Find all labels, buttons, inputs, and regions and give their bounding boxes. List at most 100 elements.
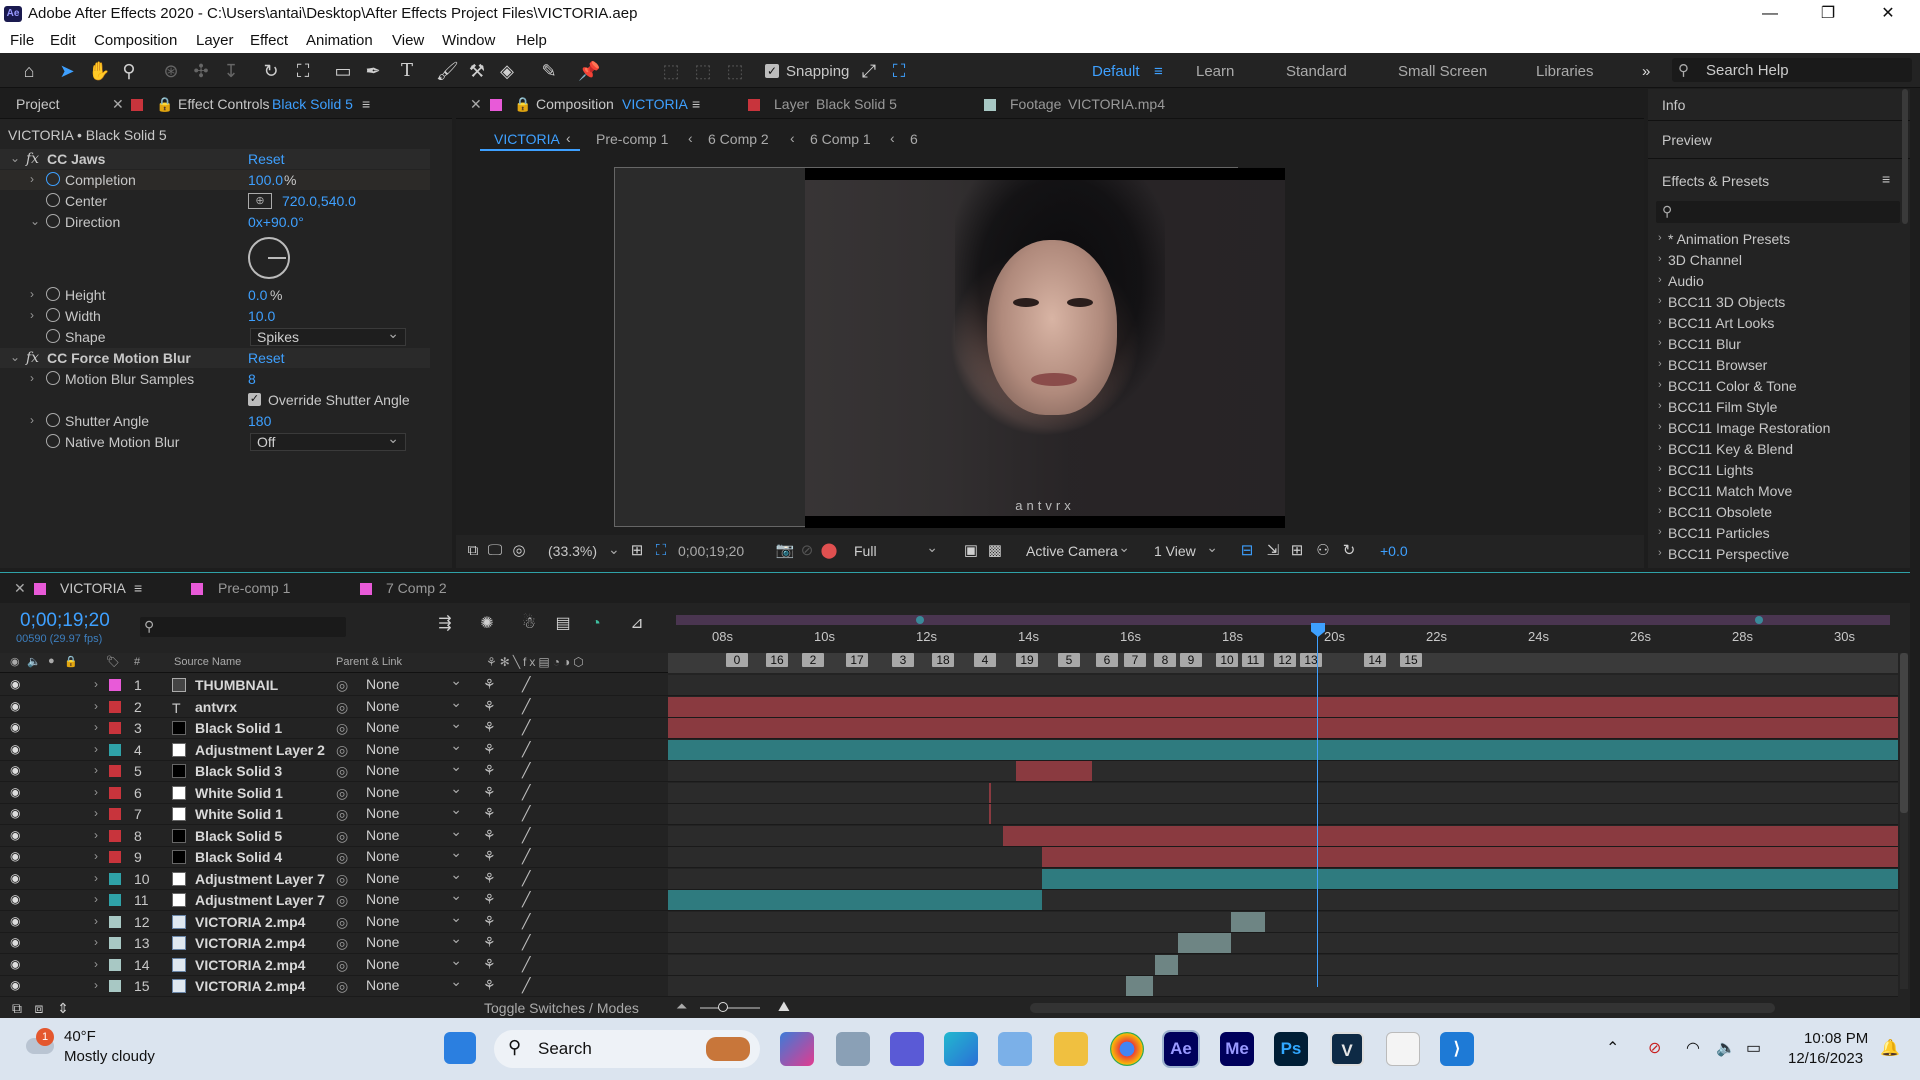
effects-category[interactable]: › BCC11 Key & Blend bbox=[1648, 439, 1908, 460]
parent-dropdown[interactable]: None bbox=[360, 866, 468, 888]
resolution-dropdown[interactable]: Full bbox=[848, 539, 944, 561]
effects-category[interactable]: › BCC11 Match Move bbox=[1648, 481, 1908, 502]
parent-dropdown[interactable]: None bbox=[360, 909, 468, 931]
layer-label-color[interactable] bbox=[109, 851, 121, 863]
layer-label-color[interactable] bbox=[109, 701, 121, 713]
region-icon[interactable]: ▣ bbox=[960, 540, 982, 562]
breadcrumb-victoria[interactable]: VICTORIA bbox=[494, 131, 560, 147]
layer-duration-bar[interactable] bbox=[1041, 869, 1898, 889]
viewer-timecode[interactable]: 0;00;19;20 bbox=[678, 543, 744, 559]
layer-label-color[interactable] bbox=[109, 980, 121, 992]
vertical-scrollbar-thumb[interactable] bbox=[1900, 653, 1908, 813]
media-encoder-taskbar-icon[interactable]: Me bbox=[1220, 1032, 1254, 1066]
layer-name[interactable]: antvrx bbox=[195, 699, 237, 715]
comp-marker[interactable]: 7 bbox=[1124, 653, 1146, 667]
layer-duration-bar[interactable] bbox=[989, 783, 992, 803]
snapshot-icon[interactable]: 📷 bbox=[774, 540, 796, 562]
layer-label-color[interactable] bbox=[109, 830, 121, 842]
layer-name[interactable]: Black Solid 4 bbox=[195, 849, 282, 865]
layer-label-color[interactable] bbox=[109, 916, 121, 928]
eye-icon[interactable]: ◉ bbox=[10, 979, 22, 991]
comp-marker[interactable]: 10 bbox=[1216, 653, 1238, 667]
layer-duration-bar[interactable] bbox=[668, 740, 1898, 760]
workspace-default[interactable]: Default bbox=[1092, 63, 1140, 80]
zoom-tool-icon[interactable]: ⚲ bbox=[118, 60, 140, 82]
weather-widget[interactable]: 1 bbox=[22, 1028, 56, 1062]
expand-chevron-icon[interactable]: ⌄ bbox=[10, 151, 20, 165]
close-tab-icon[interactable]: ✕ bbox=[112, 96, 124, 113]
photoshop-taskbar-icon[interactable]: Ps bbox=[1274, 1032, 1308, 1066]
tab-effect-controls[interactable]: Effect Controls bbox=[178, 96, 270, 112]
parent-dropdown[interactable]: None bbox=[360, 952, 468, 974]
timeline-layer-row[interactable]: ◉ › 10 Adjustment Layer 7 ◎ None ⚘ ╱ bbox=[0, 866, 668, 890]
layer-duration-bar[interactable] bbox=[1178, 933, 1232, 953]
expand-chevron-icon[interactable]: › bbox=[94, 742, 98, 756]
vscode-icon[interactable]: ⟩ bbox=[1440, 1032, 1474, 1066]
expand-chevron-icon[interactable]: › bbox=[94, 871, 98, 885]
battery-icon[interactable]: ▭ bbox=[1746, 1038, 1761, 1058]
axis-local-icon[interactable]: ⬚ bbox=[660, 60, 682, 82]
after-effects-taskbar-icon[interactable]: Ae bbox=[1162, 1030, 1200, 1068]
eye-icon[interactable]: ◉ bbox=[10, 893, 22, 905]
effects-category[interactable]: › BCC11 Browser bbox=[1648, 355, 1908, 376]
quality-switch-icon[interactable]: ╱ bbox=[522, 719, 530, 736]
panel-menu-icon[interactable]: ≡ bbox=[1882, 171, 1890, 187]
eraser-tool-icon[interactable]: ◈ bbox=[496, 60, 518, 82]
layer-name[interactable]: VICTORIA 2.mp4 bbox=[195, 935, 305, 951]
eye-icon[interactable]: ◉ bbox=[10, 915, 22, 927]
tab-project[interactable]: Project bbox=[16, 96, 60, 112]
vegas-taskbar-icon[interactable]: V bbox=[1330, 1032, 1364, 1066]
layer-duration-bar[interactable] bbox=[1041, 847, 1898, 867]
menu-file[interactable]: File bbox=[10, 32, 34, 49]
toggle-pixel-aspect-icon[interactable]: ⊟ bbox=[1236, 540, 1258, 562]
task-view-icon[interactable] bbox=[836, 1032, 870, 1066]
layer-duration-bar[interactable] bbox=[989, 804, 992, 824]
security-alert-icon[interactable]: ⊘ bbox=[1648, 1038, 1661, 1058]
eye-icon[interactable]: ◉ bbox=[10, 743, 22, 755]
shy-switch-icon[interactable]: ⚘ bbox=[483, 805, 496, 822]
volume-icon[interactable]: 🔈 bbox=[1716, 1038, 1736, 1058]
stopwatch-icon[interactable] bbox=[46, 329, 60, 343]
shy-switch-icon[interactable]: ⚘ bbox=[483, 698, 496, 715]
zoom-slider[interactable] bbox=[700, 1007, 760, 1009]
parent-dropdown[interactable]: None bbox=[360, 715, 468, 737]
comp-marker[interactable]: 11 bbox=[1242, 653, 1264, 667]
breadcrumb-active[interactable]: VICTORIA ‹ bbox=[480, 129, 580, 151]
eye-icon[interactable]: ◉ bbox=[10, 764, 22, 776]
expand-chevron-icon[interactable]: › bbox=[30, 287, 34, 301]
search-help-field[interactable]: ⚲ Search Help bbox=[1672, 58, 1912, 82]
layer-name[interactable]: White Solid 1 bbox=[195, 806, 283, 822]
comp-marker[interactable]: 8 bbox=[1154, 653, 1176, 667]
layer-duration-bar[interactable] bbox=[1002, 826, 1898, 846]
quality-switch-icon[interactable]: ╱ bbox=[522, 805, 530, 822]
copilot-icon[interactable] bbox=[780, 1032, 814, 1066]
shy-switch-icon[interactable]: ⚘ bbox=[483, 827, 496, 844]
completion-value[interactable]: 100.0 bbox=[248, 172, 283, 188]
layer-name[interactable]: Adjustment Layer 7 bbox=[195, 871, 325, 887]
clock-time[interactable]: 10:08 PM bbox=[1804, 1030, 1868, 1047]
parent-dropdown[interactable]: None bbox=[360, 758, 468, 780]
fx-icon[interactable]: fx bbox=[26, 151, 39, 167]
lock-icon[interactable]: 🔒 bbox=[64, 655, 78, 668]
expand-chevron-icon[interactable]: › bbox=[30, 413, 34, 427]
fx-icon[interactable]: fx bbox=[26, 350, 39, 366]
layer-label-color[interactable] bbox=[109, 744, 121, 756]
expand-chevron-icon[interactable]: ⌄ bbox=[10, 350, 20, 364]
breadcrumb-6[interactable]: 6 bbox=[910, 131, 918, 147]
layer-duration-bar[interactable] bbox=[1155, 955, 1179, 975]
stopwatch-icon[interactable] bbox=[46, 193, 60, 207]
timeline-layer-row[interactable]: ◉ › 13 VICTORIA 2.mp4 ◎ None ⚘ ╱ bbox=[0, 930, 668, 954]
region-of-interest-icon[interactable]: ⛶ bbox=[650, 540, 672, 562]
effects-category[interactable]: › BCC11 Film Style bbox=[1648, 397, 1908, 418]
timeline-layer-row[interactable]: ◉ › 11 Adjustment Layer 7 ◎ None ⚘ ╱ bbox=[0, 887, 668, 911]
snap-edges-icon[interactable]: ⤢ bbox=[858, 60, 880, 82]
toggle-switches-modes-button[interactable]: Toggle Switches / Modes bbox=[484, 1000, 639, 1016]
meet-icon[interactable] bbox=[890, 1032, 924, 1066]
clone-stamp-tool-icon[interactable]: ⚒ bbox=[466, 60, 488, 82]
quality-switch-icon[interactable]: ╱ bbox=[522, 870, 530, 887]
reset-force-motion-blur-link[interactable]: Reset bbox=[248, 350, 285, 366]
effects-category[interactable]: › BCC11 Particles bbox=[1648, 523, 1908, 544]
workspace-small-screen[interactable]: Small Screen bbox=[1398, 63, 1487, 80]
notepad-icon[interactable] bbox=[1386, 1032, 1420, 1066]
menu-window[interactable]: Window bbox=[442, 32, 495, 49]
